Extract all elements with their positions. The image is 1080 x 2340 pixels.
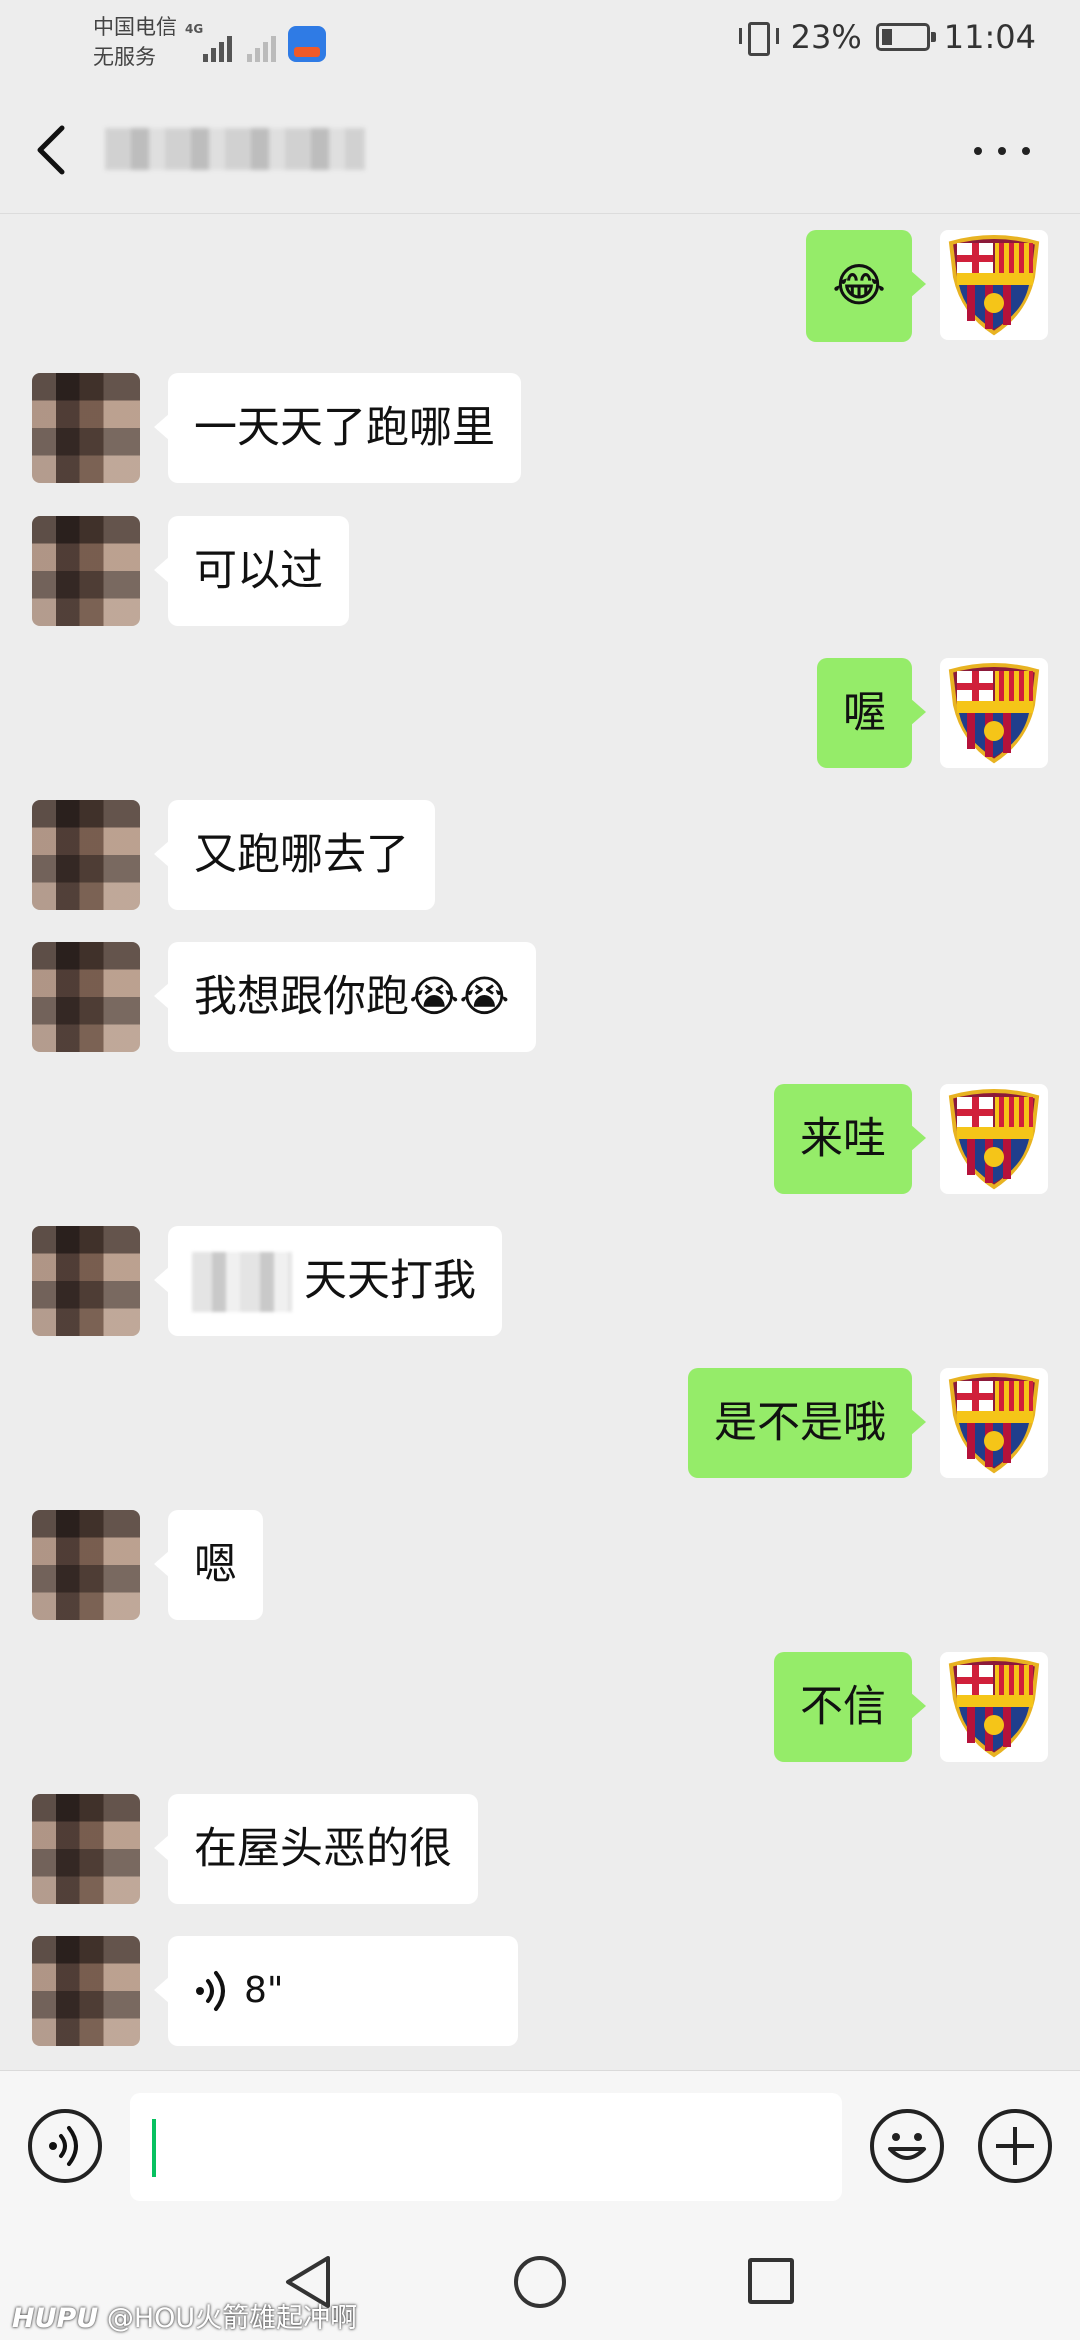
text-cursor bbox=[152, 2119, 156, 2177]
received-bubble[interactable]: 在屋头恶的很 bbox=[154, 1794, 478, 1904]
voice-wave-icon bbox=[196, 1971, 225, 2011]
sent-bubble[interactable]: 😂 bbox=[806, 230, 926, 342]
contact-avatar[interactable] bbox=[32, 942, 140, 1052]
back-arrow-icon[interactable] bbox=[30, 122, 78, 178]
fcb-avatar-icon[interactable] bbox=[940, 658, 1048, 768]
clock: 11:04 bbox=[943, 18, 1036, 56]
message-text: 我想跟你跑😭😭 bbox=[194, 972, 510, 1022]
sent-bubble[interactable]: 来哇 bbox=[774, 1084, 926, 1194]
message-text: 在屋头恶的很 bbox=[194, 1824, 452, 1874]
fcb-avatar-icon[interactable] bbox=[940, 230, 1048, 340]
contact-avatar[interactable] bbox=[32, 1510, 140, 1620]
app-notification-icon bbox=[288, 26, 326, 62]
signal-none-icon bbox=[247, 36, 276, 62]
contact-avatar[interactable] bbox=[32, 1794, 140, 1904]
message-text: 又跑哪去了 bbox=[194, 830, 409, 880]
message-text: 一天天了跑哪里 bbox=[194, 403, 495, 453]
carrier-info: 中国电信 无服务 bbox=[93, 12, 177, 72]
sent-bubble[interactable]: 喔 bbox=[817, 658, 926, 768]
fcb-avatar-icon[interactable] bbox=[940, 1652, 1048, 1762]
battery-icon bbox=[875, 23, 936, 51]
sent-bubble[interactable]: 是不是哦 bbox=[688, 1368, 926, 1478]
contact-avatar[interactable] bbox=[32, 373, 140, 483]
nav-recent-square-icon[interactable] bbox=[748, 2258, 794, 2304]
smiley-icon[interactable] bbox=[870, 2109, 944, 2183]
message-text: 😂 bbox=[832, 258, 886, 312]
chat-title-bar bbox=[0, 84, 1080, 214]
message-text: 喔 bbox=[843, 688, 886, 738]
message-text: 不信 bbox=[800, 1682, 886, 1732]
received-bubble[interactable]: 嗯 bbox=[154, 1510, 263, 1620]
chat-title-obscured bbox=[105, 128, 365, 170]
message-list[interactable]: 😂 一天天了跑哪里 可以过 喔 又跑哪去了 我想跟你跑😭😭 来哇 天天打我 是不… bbox=[0, 215, 1080, 2070]
message-text: 可以过 bbox=[194, 546, 323, 596]
watermark-brand: HUPU bbox=[12, 2303, 99, 2334]
received-bubble[interactable]: 可以过 bbox=[154, 516, 349, 626]
fcb-avatar-icon[interactable] bbox=[940, 1368, 1048, 1478]
message-text: 天天打我 bbox=[304, 1256, 476, 1306]
received-bubble[interactable]: 天天打我 bbox=[154, 1226, 502, 1336]
status-bar: 中国电信 无服务 4G 23% 11:04 bbox=[0, 0, 1080, 84]
vibrate-icon bbox=[737, 20, 779, 56]
carrier-service: 无服务 bbox=[93, 45, 156, 69]
more-dots-icon[interactable] bbox=[974, 136, 1030, 166]
sent-bubble[interactable]: 不信 bbox=[774, 1652, 926, 1762]
received-bubble[interactable]: 又跑哪去了 bbox=[154, 800, 435, 910]
watermark: HUPU @HOU火箭雄起冲啊 bbox=[12, 2296, 357, 2335]
message-text: 嗯 bbox=[194, 1540, 237, 1590]
status-right: 23% 11:04 bbox=[737, 18, 1036, 56]
battery-percent: 23% bbox=[790, 18, 862, 56]
voice-duration: 8" bbox=[244, 1970, 284, 2011]
watermark-text: @HOU火箭雄起冲啊 bbox=[106, 2303, 358, 2334]
received-bubble[interactable]: 我想跟你跑😭😭 bbox=[154, 942, 536, 1052]
voice-toggle-icon[interactable] bbox=[28, 2109, 102, 2183]
contact-avatar[interactable] bbox=[32, 516, 140, 626]
contact-avatar[interactable] bbox=[32, 800, 140, 910]
contact-avatar[interactable] bbox=[32, 1226, 140, 1336]
obscured-text-patch bbox=[192, 1252, 292, 1312]
message-input[interactable] bbox=[130, 2093, 842, 2201]
fcb-avatar-icon[interactable] bbox=[940, 1084, 1048, 1194]
contact-avatar[interactable] bbox=[32, 1936, 140, 2046]
input-bar bbox=[0, 2070, 1080, 2230]
nav-home-circle-icon[interactable] bbox=[514, 2256, 566, 2308]
carrier-name: 中国电信 bbox=[93, 15, 177, 39]
message-text: 来哇 bbox=[800, 1114, 886, 1164]
plus-circle-icon[interactable] bbox=[978, 2109, 1052, 2183]
network-type: 4G bbox=[185, 22, 204, 36]
signal-strength-icon bbox=[203, 36, 232, 62]
voice-message-bubble[interactable]: 8" bbox=[154, 1936, 518, 2046]
received-bubble[interactable]: 一天天了跑哪里 bbox=[154, 373, 521, 483]
message-text: 是不是哦 bbox=[714, 1398, 886, 1448]
